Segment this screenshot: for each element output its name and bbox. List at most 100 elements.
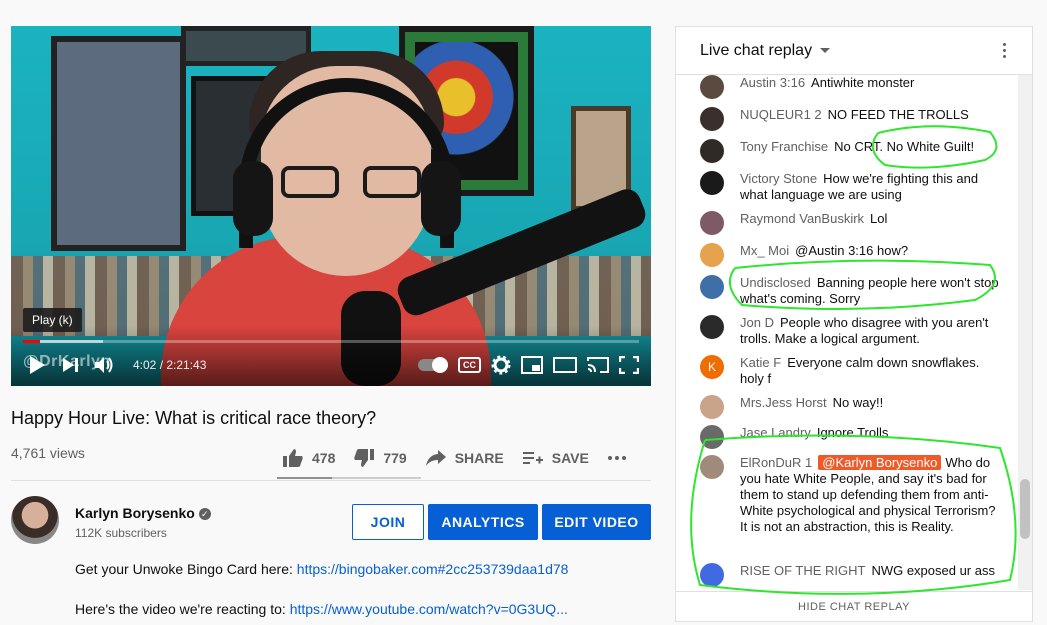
chat-author-avatar[interactable] <box>700 243 724 267</box>
thumbs-down-icon <box>354 449 375 467</box>
chat-author-avatar[interactable] <box>700 139 724 163</box>
progress-bar[interactable] <box>23 340 639 343</box>
cast-icon[interactable] <box>587 356 609 374</box>
chat-message[interactable]: Mx_ Moi @Austin 3:16 how? <box>700 243 1000 267</box>
dislike-button[interactable]: 779 <box>353 448 407 468</box>
avatar-initial: K <box>707 360 716 374</box>
settings-gear-icon[interactable] <box>491 355 511 375</box>
chat-author-avatar[interactable] <box>700 315 724 339</box>
chat-message[interactable]: Jon D People who disagree with you aren't… <box>700 315 1000 347</box>
chat-author-name[interactable]: ElRonDuR 1 <box>740 455 812 470</box>
analytics-button[interactable]: ANALYTICS <box>428 504 538 540</box>
divider <box>11 480 651 481</box>
description-line-2: Here's the video we're reacting to: http… <box>75 601 568 617</box>
chat-author-name[interactable]: Victory Stone <box>740 171 817 186</box>
chat-author-name[interactable]: Undisclosed <box>740 275 811 290</box>
chat-message-text: Antiwhite monster <box>811 75 915 90</box>
chat-author-name[interactable]: Jon D <box>740 315 774 330</box>
chat-author-name[interactable]: Mrs.Jess Horst <box>740 395 827 410</box>
chat-author-avatar[interactable]: K <box>700 355 724 379</box>
chat-message-body: RISE OF THE RIGHT NWG exposed ur ass <box>740 563 1000 579</box>
thumbs-up-icon <box>283 449 303 467</box>
video-player[interactable]: Play (k) @DrKarlyn 4:02 / 2:21:43 CC <box>11 26 651 386</box>
chat-message[interactable]: Raymond VanBuskirk Lol <box>700 211 1000 235</box>
chat-author-avatar[interactable] <box>700 107 724 131</box>
bingo-link[interactable]: https://bingobaker.com#2cc253739daa1d78 <box>297 561 569 577</box>
chat-author-avatar[interactable] <box>700 395 724 419</box>
like-button[interactable]: 478 <box>282 448 335 468</box>
chat-message-body: Undisclosed Banning people here won't sto… <box>740 275 1000 307</box>
chat-mode-label[interactable]: Live chat replay <box>700 42 812 60</box>
chat-message[interactable]: Undisclosed Banning people here won't sto… <box>700 275 1000 307</box>
channel-name[interactable]: Karlyn Borysenko <box>75 505 195 521</box>
chat-author-name[interactable]: Raymond VanBuskirk <box>740 211 864 226</box>
edit-video-button[interactable]: EDIT VIDEO <box>542 504 651 540</box>
channel-name-row[interactable]: Karlyn Borysenko ✓ <box>75 505 211 521</box>
join-button[interactable]: JOIN <box>352 504 424 540</box>
sentiment-bar <box>277 477 421 479</box>
chat-author-name[interactable]: Katie F <box>740 355 781 370</box>
chat-header[interactable]: Live chat replay <box>676 27 1032 75</box>
theater-mode-icon[interactable] <box>553 357 577 373</box>
chat-author-avatar[interactable] <box>700 75 724 99</box>
chat-author-name[interactable]: Jase Landry <box>740 425 811 440</box>
chat-message[interactable]: Austin 3:16 Antiwhite monster <box>700 75 1000 99</box>
share-button[interactable]: SHARE <box>425 449 504 467</box>
captions-icon[interactable]: CC <box>458 357 481 373</box>
chat-message[interactable]: K Katie F Everyone calm down snowflakes. h… <box>700 355 1000 387</box>
chat-message[interactable]: Jase Landry Ignore Trolls <box>700 425 1000 449</box>
chat-message-text: People who disagree with you aren't trol… <box>740 315 989 346</box>
chat-message-body: Raymond VanBuskirk Lol <box>740 211 1000 227</box>
chat-message-body: NUQLEUR1 2 NO FEED THE TROLLS <box>740 107 1000 123</box>
chat-author-name[interactable]: Mx_ Moi <box>740 243 789 258</box>
share-arrow-icon <box>425 450 446 466</box>
chat-author-avatar[interactable] <box>700 425 724 449</box>
chat-message-body: Jon D People who disagree with you aren't… <box>740 315 1000 347</box>
chat-message-body: Mx_ Moi @Austin 3:16 how? <box>740 243 1000 259</box>
chat-author-name[interactable]: Tony Franchise <box>740 139 828 154</box>
dislike-count: 779 <box>383 450 407 466</box>
chat-author-avatar[interactable] <box>700 455 724 479</box>
more-actions-button[interactable] <box>607 455 635 461</box>
autoplay-toggle[interactable] <box>418 357 448 373</box>
chat-message[interactable]: RISE OF THE RIGHT NWG exposed ur ass <box>700 563 1000 587</box>
more-vertical-icon[interactable] <box>1003 43 1006 58</box>
chat-author-avatar[interactable] <box>700 275 724 299</box>
view-count: 4,761 views <box>11 445 85 461</box>
channel-avatar[interactable] <box>11 496 59 544</box>
save-button[interactable]: SAVE <box>522 449 589 467</box>
time-display: 4:02 / 2:21:43 <box>133 358 207 372</box>
chat-message[interactable]: NUQLEUR1 2 NO FEED THE TROLLS <box>700 107 1000 131</box>
chat-mention-chip: @Karlyn Borysenko <box>818 455 942 470</box>
more-horizontal-icon <box>607 456 626 460</box>
chat-message-text: NO FEED THE TROLLS <box>827 107 969 122</box>
chat-author-avatar[interactable] <box>700 563 724 587</box>
chat-author-name[interactable]: RISE OF THE RIGHT <box>740 563 865 578</box>
video-link[interactable]: https://www.youtube.com/watch?v=0G3UQ... <box>290 601 568 617</box>
chevron-down-icon[interactable] <box>820 48 831 53</box>
hide-chat-replay-button[interactable]: HIDE CHAT REPLAY <box>676 591 1032 621</box>
chat-author-name[interactable]: Austin 3:16 <box>740 75 805 90</box>
chat-scrollbar-thumb[interactable] <box>1020 479 1030 539</box>
description-line-1: Get your Unwoke Bingo Card here: https:/… <box>75 561 569 577</box>
chat-message-body: Katie F Everyone calm down snowflakes. ho… <box>740 355 1000 387</box>
like-count: 478 <box>312 450 336 466</box>
chat-message-text: @Austin 3:16 how? <box>795 243 909 258</box>
chat-author-avatar[interactable] <box>700 211 724 235</box>
chat-author-avatar[interactable] <box>700 171 724 195</box>
fullscreen-icon[interactable] <box>619 356 639 374</box>
save-label: SAVE <box>551 450 589 466</box>
share-label: SHARE <box>454 450 504 466</box>
chat-message[interactable]: Tony Franchise No CRT. No White Guilt! <box>700 139 1000 163</box>
play-tooltip: Play (k) <box>23 308 82 332</box>
video-actions: 478 779 SHARE SAVE <box>282 440 653 476</box>
playlist-add-icon <box>522 452 543 464</box>
chat-message-text: No CRT. No White Guilt! <box>834 139 975 154</box>
chat-message[interactable]: ElRonDuR 1 @Karlyn Borysenko Who do you ha… <box>700 455 1000 535</box>
chat-message[interactable]: Mrs.Jess Horst No way!! <box>700 395 1000 419</box>
chat-message[interactable]: Victory Stone How we're fighting this and… <box>700 171 1000 203</box>
live-chat-panel: Live chat replay Austin 3:16 Antiwhite mo… <box>675 26 1033 622</box>
miniplayer-icon[interactable] <box>521 356 543 374</box>
chat-message-text: NWG exposed ur ass <box>871 563 995 578</box>
chat-author-name[interactable]: NUQLEUR1 2 <box>740 107 822 122</box>
